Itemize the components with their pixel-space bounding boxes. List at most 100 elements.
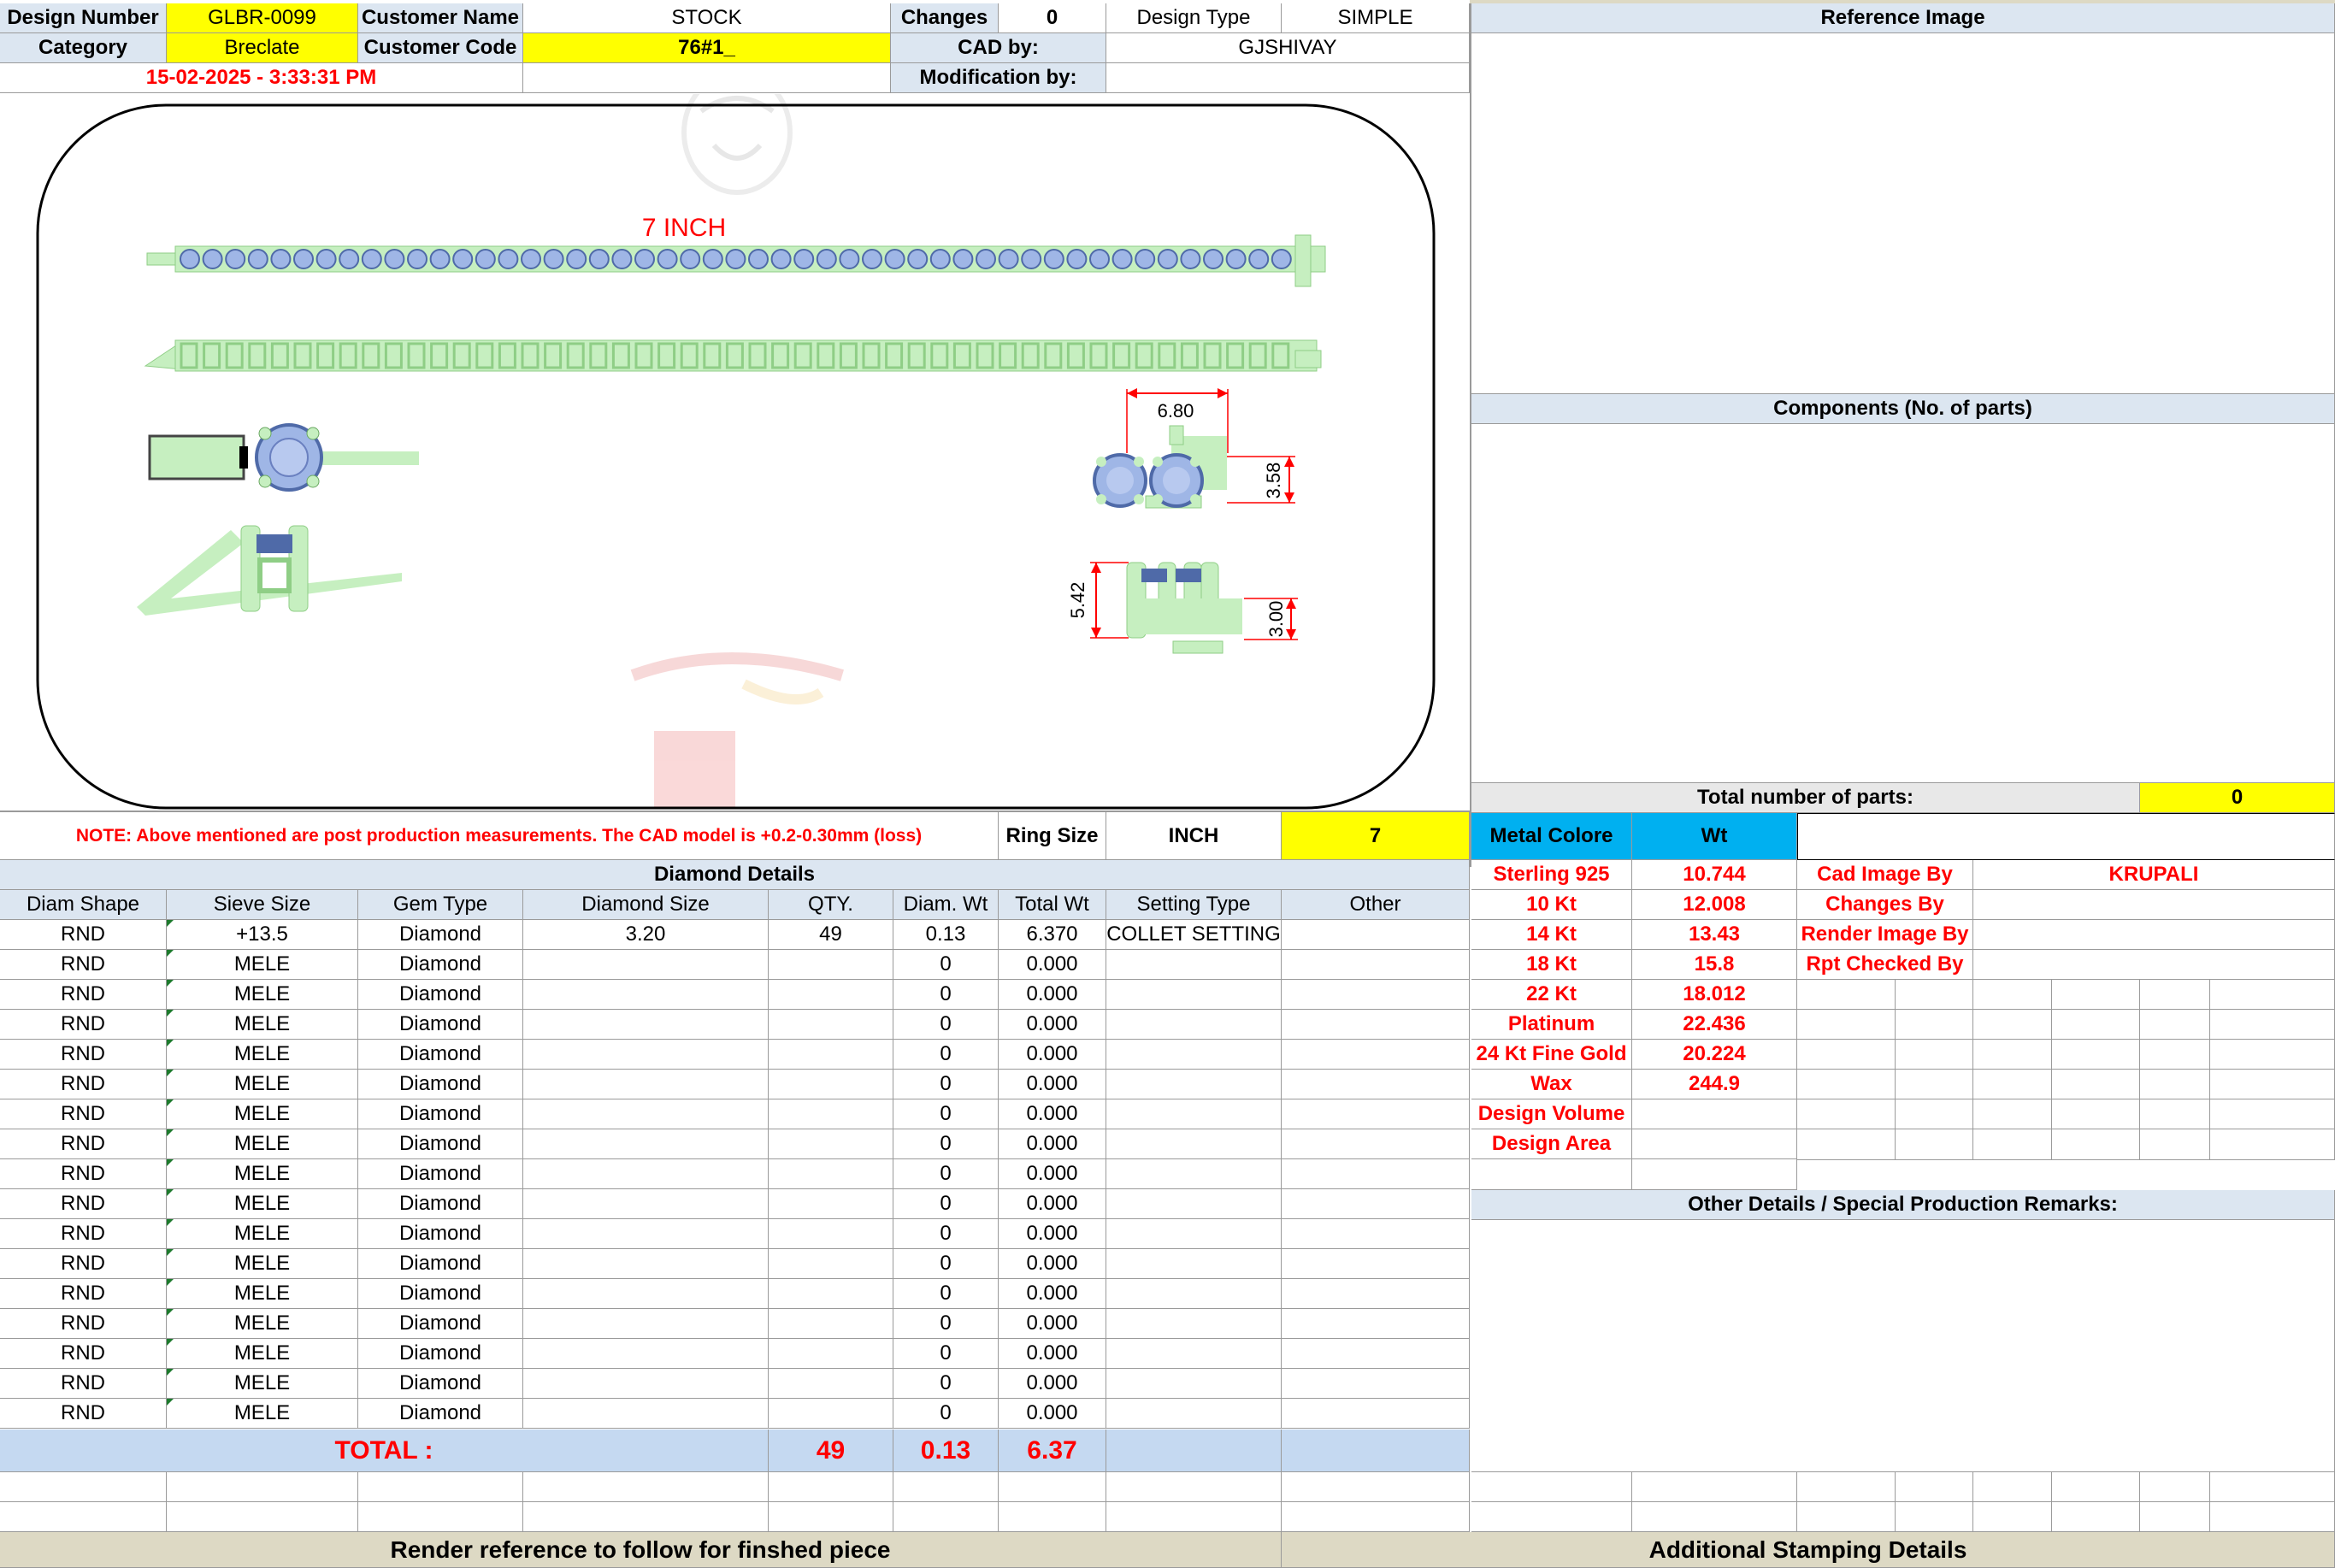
cell-setting-type[interactable]: COLLET SETTING: [1106, 920, 1282, 950]
cell-gem-type[interactable]: Diamond: [358, 980, 523, 1010]
blank-cell[interactable]: [2210, 1502, 2335, 1532]
cell-total-wt[interactable]: 0.000: [999, 1129, 1106, 1159]
cell-diam-wt[interactable]: 0: [893, 1189, 999, 1219]
cell-setting-type[interactable]: [1106, 1070, 1282, 1099]
reference-image-area[interactable]: [1471, 33, 2335, 394]
cell-sieve-size[interactable]: MELE: [167, 1309, 358, 1339]
grid-cell[interactable]: [2140, 980, 2210, 1010]
cell-diamond-size[interactable]: [523, 1219, 769, 1249]
cell-diam-wt[interactable]: 0.13: [893, 920, 999, 950]
cell-gem-type[interactable]: Diamond: [358, 1369, 523, 1399]
cell-diam-shape[interactable]: RND: [0, 920, 167, 950]
cell-diamond-size[interactable]: [523, 1339, 769, 1369]
cell-total-wt[interactable]: 0.000: [999, 1189, 1106, 1219]
blank-cell[interactable]: [893, 1502, 999, 1532]
cell-total-wt[interactable]: 0.000: [999, 1010, 1106, 1040]
cell-setting-type[interactable]: [1106, 1010, 1282, 1040]
cell-sieve-size[interactable]: MELE: [167, 950, 358, 980]
blank-cell[interactable]: [1106, 1502, 1282, 1532]
cell-other[interactable]: [1282, 1159, 1470, 1189]
cell-setting-type[interactable]: [1106, 1159, 1282, 1189]
grid-cell[interactable]: [2052, 1129, 2140, 1160]
cell-sieve-size[interactable]: MELE: [167, 1249, 358, 1279]
grid-cell[interactable]: [1896, 1010, 1973, 1040]
metal-colore-value[interactable]: [1797, 813, 2335, 860]
cell-gem-type[interactable]: Diamond: [358, 1219, 523, 1249]
credit-value[interactable]: [1973, 950, 2335, 980]
blank-cell[interactable]: [769, 1502, 893, 1532]
cell-diam-wt[interactable]: 0: [893, 1070, 999, 1099]
blank-cell[interactable]: [0, 1502, 167, 1532]
cell-sieve-size[interactable]: MELE: [167, 1219, 358, 1249]
cell-total-wt[interactable]: 0.000: [999, 1219, 1106, 1249]
grid-cell[interactable]: [2140, 1070, 2210, 1099]
cell-sieve-size[interactable]: MELE: [167, 1399, 358, 1429]
grid-cell[interactable]: [1973, 1010, 2052, 1040]
cell-diam-wt[interactable]: 0: [893, 1339, 999, 1369]
cell-diamond-size[interactable]: [523, 1129, 769, 1159]
cell-setting-type[interactable]: [1106, 950, 1282, 980]
changes-value[interactable]: 0: [999, 3, 1106, 33]
blank-cell[interactable]: [769, 1472, 893, 1502]
cell-total-wt[interactable]: 0.000: [999, 1099, 1106, 1129]
ring-size-value[interactable]: 7: [1282, 812, 1470, 860]
cell-diam-shape[interactable]: RND: [0, 1159, 167, 1189]
cell-gem-type[interactable]: Diamond: [358, 1249, 523, 1279]
cell-gem-type[interactable]: Diamond: [358, 1040, 523, 1070]
blank-cell[interactable]: [2140, 1472, 2210, 1502]
cell-total-wt[interactable]: 0.000: [999, 980, 1106, 1010]
cell-sieve-size[interactable]: MELE: [167, 1010, 358, 1040]
cell-other[interactable]: [1282, 1309, 1470, 1339]
cell-diam-shape[interactable]: RND: [0, 1099, 167, 1129]
metal-wt[interactable]: 22.436: [1632, 1010, 1797, 1040]
cell-diam-shape[interactable]: RND: [0, 1189, 167, 1219]
cell-gem-type[interactable]: Diamond: [358, 1399, 523, 1429]
blank-cell[interactable]: [1471, 1502, 1632, 1532]
metal-wt[interactable]: 13.43: [1632, 920, 1797, 950]
grid-cell[interactable]: [1896, 1129, 1973, 1160]
cell-diam-wt[interactable]: 0: [893, 980, 999, 1010]
cell-sieve-size[interactable]: MELE: [167, 1129, 358, 1159]
cell-gem-type[interactable]: Diamond: [358, 1339, 523, 1369]
metal-wt[interactable]: 15.8: [1632, 950, 1797, 980]
grid-cell[interactable]: [2210, 1099, 2335, 1129]
cell-diamond-size[interactable]: [523, 1010, 769, 1040]
cell-setting-type[interactable]: [1106, 1339, 1282, 1369]
cell-total-wt[interactable]: 0.000: [999, 1159, 1106, 1189]
cell-setting-type[interactable]: [1106, 1369, 1282, 1399]
cell-qty[interactable]: [769, 1249, 893, 1279]
grid-cell[interactable]: [1797, 1070, 1896, 1099]
cell-gem-type[interactable]: Diamond: [358, 1159, 523, 1189]
blank-cell[interactable]: [2052, 1472, 2140, 1502]
cell-qty[interactable]: [769, 1129, 893, 1159]
cell-qty[interactable]: [769, 1189, 893, 1219]
grid-cell[interactable]: [1896, 1040, 1973, 1070]
cell-sieve-size[interactable]: MELE: [167, 1099, 358, 1129]
cell-other[interactable]: [1282, 920, 1470, 950]
cell-sieve-size[interactable]: MELE: [167, 1189, 358, 1219]
cell-diam-wt[interactable]: 0: [893, 1369, 999, 1399]
grid-cell[interactable]: [1973, 1099, 2052, 1129]
grid-cell[interactable]: [2210, 1070, 2335, 1099]
grid-cell[interactable]: [2140, 1129, 2210, 1160]
cell-diam-wt[interactable]: 0: [893, 1249, 999, 1279]
cell-other[interactable]: [1282, 1189, 1470, 1219]
cell-qty[interactable]: [769, 1309, 893, 1339]
cell-sieve-size[interactable]: MELE: [167, 1279, 358, 1309]
cell-diam-shape[interactable]: RND: [0, 1339, 167, 1369]
cell-other[interactable]: [1282, 1219, 1470, 1249]
grid-cell[interactable]: [1973, 1070, 2052, 1099]
cell-diamond-size[interactable]: [523, 1249, 769, 1279]
cell-gem-type[interactable]: Diamond: [358, 1070, 523, 1099]
cell-total-wt[interactable]: 0.000: [999, 950, 1106, 980]
metal-wt[interactable]: 244.9: [1632, 1070, 1797, 1099]
cell-sieve-size[interactable]: +13.5: [167, 920, 358, 950]
blank-cell[interactable]: [358, 1502, 523, 1532]
blank-cell[interactable]: [999, 1502, 1106, 1532]
cell-gem-type[interactable]: Diamond: [358, 1010, 523, 1040]
cell-diamond-size[interactable]: [523, 1399, 769, 1429]
credit-value[interactable]: [1973, 890, 2335, 920]
cell-diam-shape[interactable]: RND: [0, 1309, 167, 1339]
blank-cell[interactable]: [1973, 1472, 2052, 1502]
blank-cell[interactable]: [1632, 1502, 1797, 1532]
